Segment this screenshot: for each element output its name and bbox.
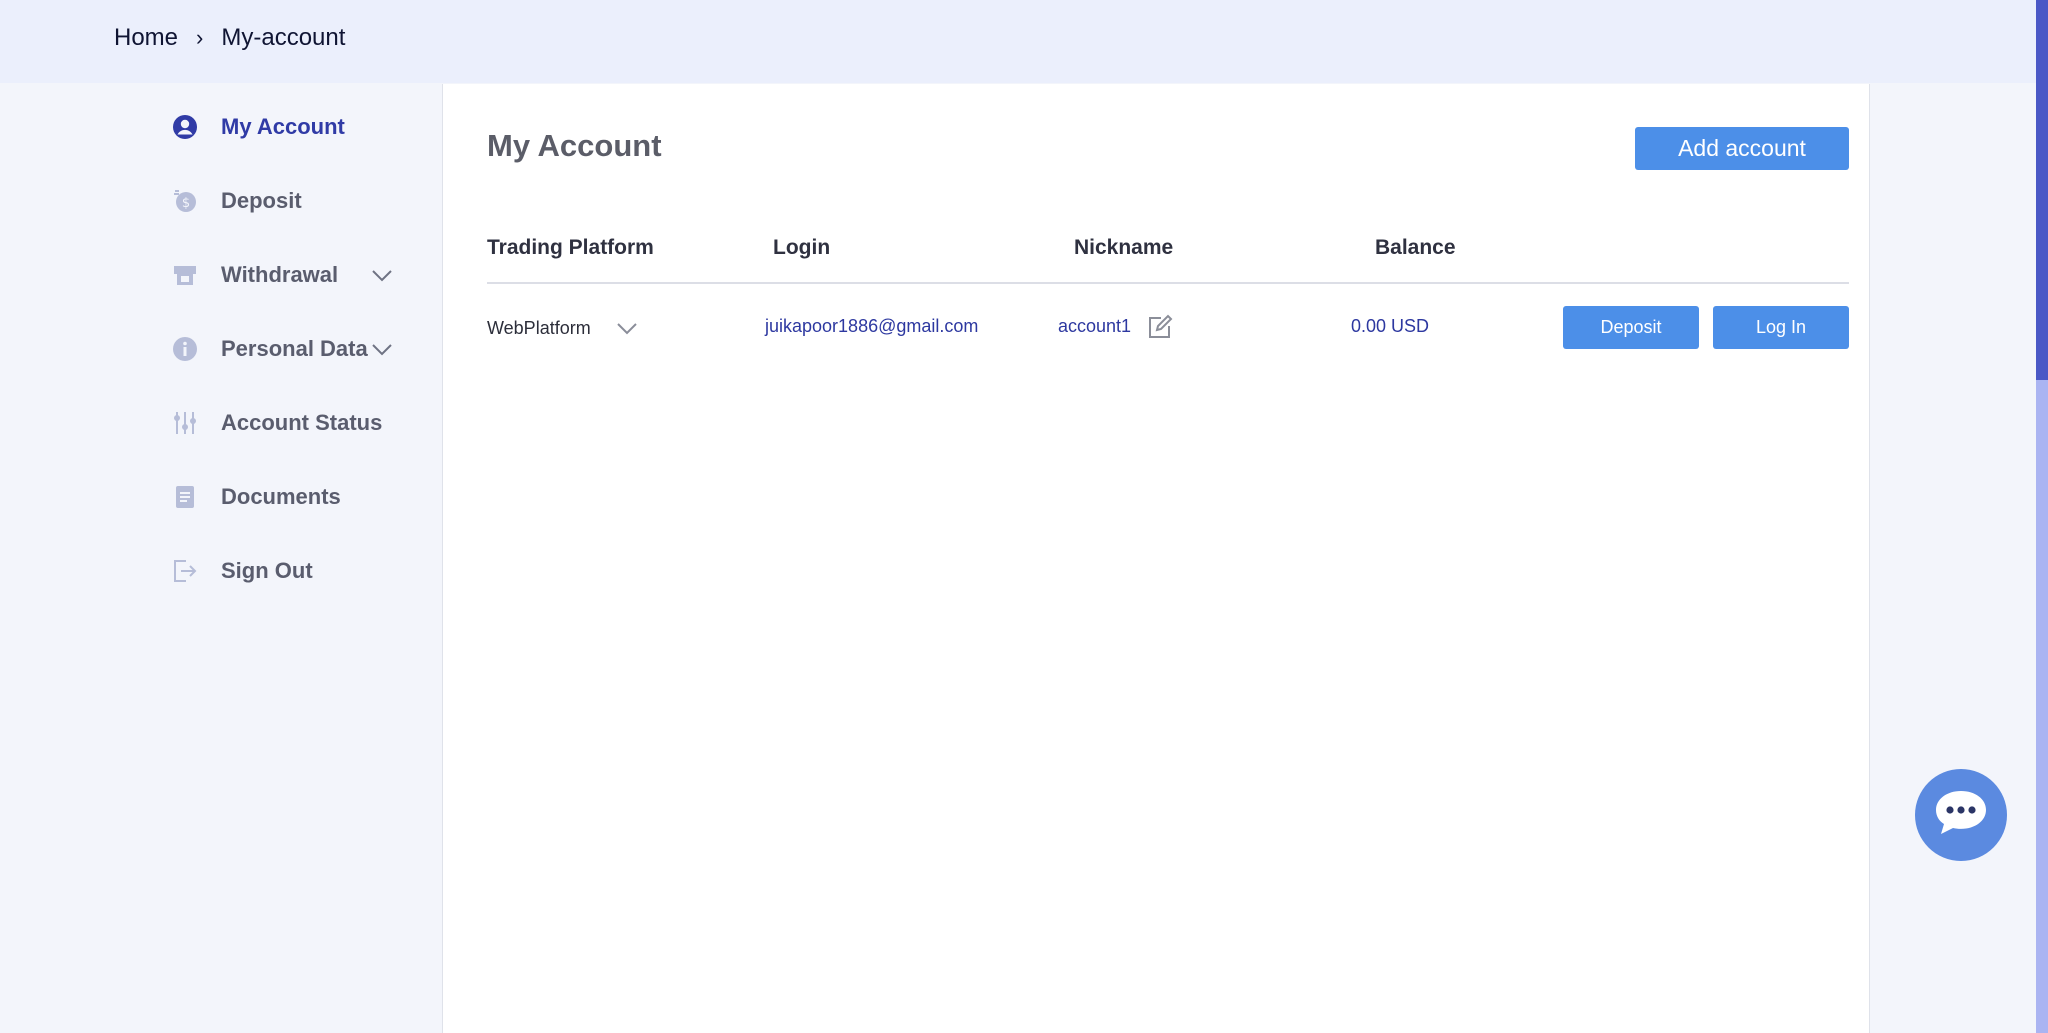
- sidebar: My Account $ Deposit Withdrawal Personal…: [0, 83, 442, 1033]
- chevron-down-icon[interactable]: [370, 263, 394, 287]
- sidebar-item-label: Withdrawal: [221, 262, 339, 287]
- scrollbar-thumb[interactable]: [2036, 0, 2048, 380]
- top-bar: Home › My-account: [0, 0, 2036, 83]
- add-account-button[interactable]: Add account: [1635, 127, 1849, 170]
- sidebar-item-label: Personal Data: [221, 336, 368, 361]
- login-email-link[interactable]: juikapoor1886@gmail.com: [765, 316, 978, 337]
- page-scrollbar[interactable]: [2036, 0, 2048, 1033]
- sidebar-item-deposit[interactable]: $ Deposit: [172, 181, 302, 221]
- svg-text:$: $: [182, 196, 190, 211]
- chevron-down-icon[interactable]: [615, 316, 639, 340]
- sidebar-item-documents[interactable]: Documents: [172, 477, 341, 517]
- column-header-nickname: Nickname: [1074, 236, 1174, 259]
- platform-value: WebPlatform: [487, 317, 591, 338]
- sidebar-item-label: Documents: [221, 484, 341, 509]
- sidebar-item-label: Account Status: [221, 410, 383, 435]
- sliders-icon: [172, 410, 198, 436]
- column-header-login: Login: [773, 236, 831, 259]
- breadcrumb-current: My-account: [221, 24, 346, 51]
- page-title: My Account: [487, 128, 662, 163]
- user-circle-icon: [172, 114, 198, 140]
- nickname-value: account1: [1058, 316, 1132, 336]
- sidebar-item-withdrawal[interactable]: Withdrawal: [172, 255, 402, 295]
- info-icon: [172, 336, 198, 362]
- column-header-balance: Balance: [1375, 236, 1456, 259]
- breadcrumb: Home › My-account: [114, 24, 345, 52]
- document-icon: [172, 484, 198, 510]
- chat-bubble-icon: [1933, 788, 1989, 843]
- sign-out-icon: [172, 558, 198, 584]
- sidebar-item-label: Sign Out: [221, 558, 313, 583]
- sidebar-item-label: My Account: [221, 114, 345, 139]
- balance-value: 0.00 USD: [1351, 316, 1430, 336]
- sidebar-item-personal-data[interactable]: Personal Data: [172, 329, 402, 369]
- breadcrumb-home-link[interactable]: Home: [114, 24, 178, 52]
- breadcrumb-separator: ›: [196, 25, 204, 50]
- chat-button[interactable]: [1915, 769, 2007, 861]
- sidebar-item-label: Deposit: [221, 188, 302, 213]
- table-divider: [487, 282, 1849, 284]
- log-in-button[interactable]: Log In: [1713, 306, 1849, 349]
- main-panel: My Account Add account Trading Platform …: [442, 84, 1870, 1033]
- sidebar-item-account-status[interactable]: Account Status: [172, 403, 382, 443]
- dollar-coin-icon: $: [172, 188, 198, 214]
- deposit-button[interactable]: Deposit: [1563, 306, 1699, 349]
- edit-icon[interactable]: [1147, 314, 1173, 340]
- platform-selector[interactable]: WebPlatform: [487, 316, 639, 340]
- column-header-trading-platform: Trading Platform: [487, 236, 654, 259]
- chevron-down-icon[interactable]: [370, 337, 394, 361]
- sidebar-item-sign-out[interactable]: Sign Out: [172, 551, 313, 591]
- sidebar-item-my-account[interactable]: My Account: [172, 107, 345, 147]
- atm-icon: [172, 262, 198, 288]
